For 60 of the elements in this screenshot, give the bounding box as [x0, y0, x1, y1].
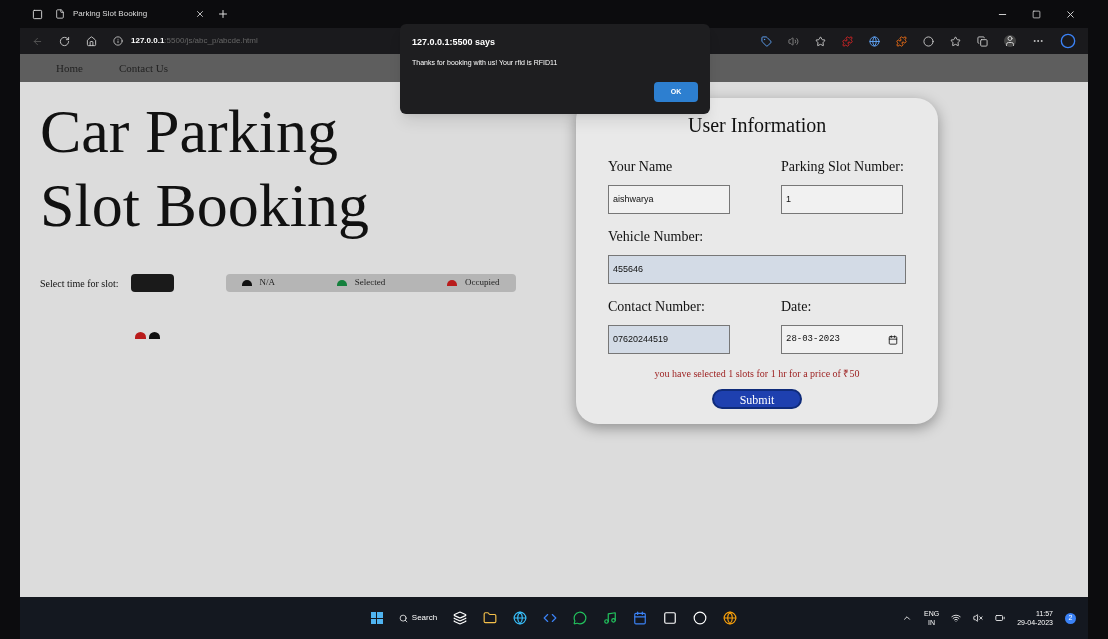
tab-title: Parking Slot Booking [73, 8, 149, 20]
tray-caret-icon[interactable] [902, 613, 913, 623]
input-field[interactable]: 07620244519 [608, 325, 730, 354]
field-value: 07620244519 [613, 332, 669, 346]
home-icon[interactable] [86, 35, 97, 47]
favorites-icon[interactable] [950, 35, 961, 47]
folder-icon[interactable] [483, 611, 498, 625]
time-select[interactable] [130, 274, 174, 292]
profile-icon[interactable] [1004, 35, 1016, 47]
input-field[interactable]: 455646 [608, 255, 906, 284]
music-icon[interactable] [603, 611, 618, 625]
page-heading: Car Parking Slot Booking [40, 96, 370, 241]
field-value: 28-03-2023 [786, 332, 840, 346]
close-icon[interactable] [1065, 8, 1076, 20]
field-value: aishwarya [613, 192, 654, 206]
maximize-icon[interactable] [1032, 9, 1041, 19]
input-field[interactable]: 28-03-2023 [781, 325, 903, 354]
time-label: Select time for slot: [40, 276, 119, 291]
seat-icon[interactable] [149, 332, 160, 339]
tag-icon[interactable] [761, 35, 772, 47]
field-label: Vehicle Number: [608, 228, 705, 246]
new-tab-icon[interactable] [217, 8, 229, 20]
calendar-icon[interactable] [888, 334, 898, 345]
mute-icon[interactable] [973, 613, 984, 623]
field-label: Date: [781, 298, 813, 316]
favorite-icon[interactable] [815, 35, 826, 47]
input-field[interactable]: 1 [781, 185, 903, 214]
input-field[interactable]: aishwarya [608, 185, 730, 214]
price-summary: you have selected 1 slots for 1 hr for a price of ₹50 [653, 367, 861, 381]
extension-icon[interactable] [896, 35, 907, 47]
submit-button[interactable]: Submit [712, 389, 802, 409]
browser-icon[interactable] [723, 611, 738, 625]
legend-label: Occupied [465, 276, 500, 290]
field-label: Parking Slot Number: [781, 158, 905, 176]
page-icon [55, 9, 65, 19]
extension-icon[interactable] [869, 35, 880, 47]
chat-app-icon[interactable] [573, 611, 588, 625]
field-value: 1 [786, 192, 791, 206]
legend-label: Selected [354, 276, 386, 290]
search-icon [398, 613, 408, 623]
field-label: Your Name [608, 158, 674, 176]
field-label: Contact Number: [608, 298, 706, 316]
search-button[interactable]: Search [398, 612, 438, 624]
tab-actions-icon[interactable] [32, 8, 43, 20]
collections-icon[interactable] [977, 35, 988, 47]
dialog-title: 127.0.0.1:5500 says [412, 36, 497, 49]
start-icon[interactable] [370, 612, 383, 624]
read-aloud-icon[interactable] [788, 35, 799, 47]
wifi-icon[interactable] [951, 613, 962, 623]
browser-tab[interactable]: Parking Slot Booking [55, 8, 205, 20]
legend-label: N/A [259, 276, 276, 290]
battery-icon[interactable] [995, 613, 1006, 623]
field-value: 455646 [613, 262, 644, 276]
info-icon [113, 36, 123, 46]
close-icon[interactable] [195, 9, 205, 19]
reload-icon[interactable] [59, 35, 70, 47]
form-title: User Information [688, 113, 828, 138]
task-view-icon[interactable] [453, 611, 468, 625]
code-editor-icon[interactable] [543, 611, 558, 625]
browser-icon[interactable] [513, 611, 528, 625]
